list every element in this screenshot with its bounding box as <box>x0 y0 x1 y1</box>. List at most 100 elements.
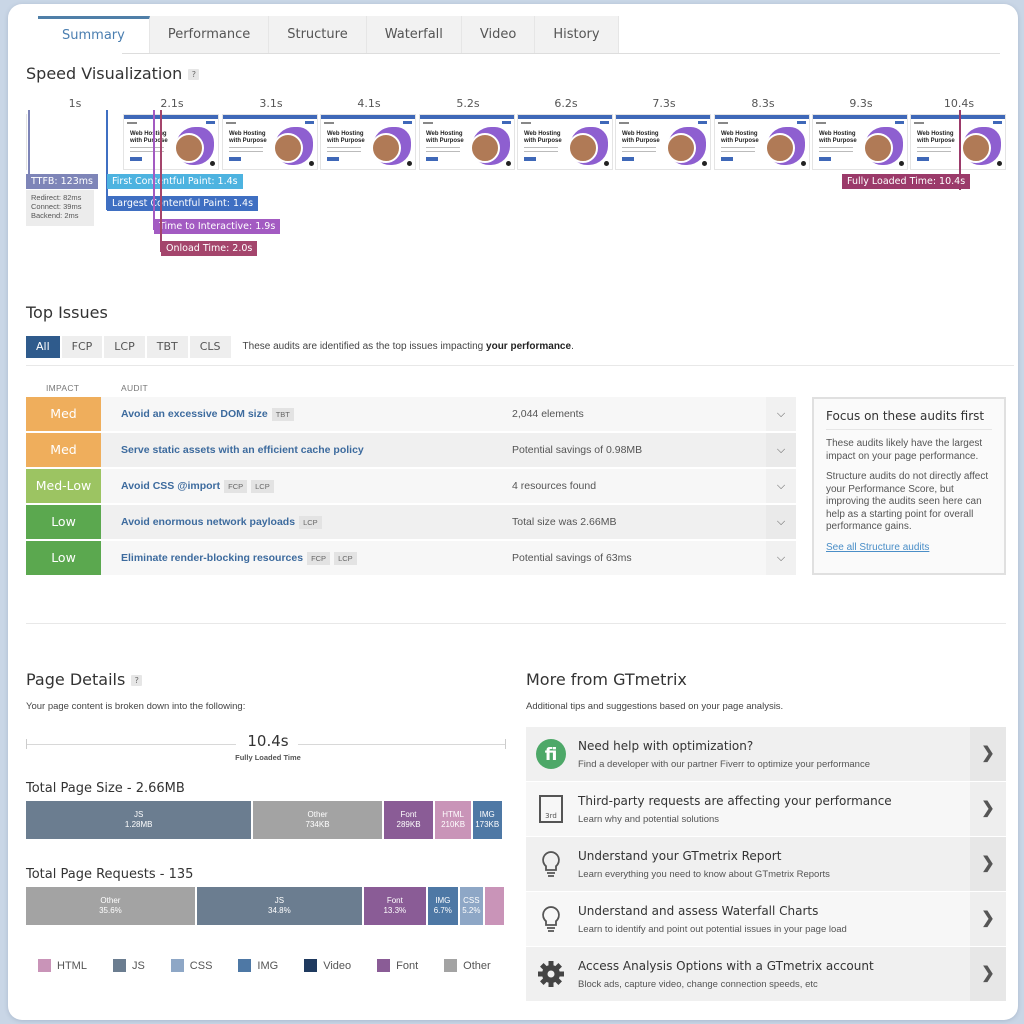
tab-performance[interactable]: Performance <box>149 16 270 54</box>
filter-cls[interactable]: CLS <box>189 336 231 358</box>
more-item[interactable]: Understand your GTmetrix Report Learn eve… <box>526 837 1006 891</box>
audit-row[interactable]: Low Avoid enormous network payloads LCP Tot… <box>26 505 796 539</box>
thumb-nav-button <box>600 121 609 124</box>
audit-title-link[interactable]: Avoid an excessive DOM size TBT <box>121 397 294 431</box>
help-icon[interactable]: ? <box>131 675 143 686</box>
section-title: Speed Visualization <box>26 64 183 83</box>
thumb-nav-button <box>206 121 215 124</box>
expand-button[interactable]: ⌵ <box>766 541 796 575</box>
frame-time-label: 3.1s <box>259 97 283 110</box>
audit-row[interactable]: Med Avoid an excessive DOM size TBT 2,044 e… <box>26 397 796 431</box>
filmstrip-frame[interactable]: Web Hosting with Purpose <box>517 114 613 170</box>
filter-fcp[interactable]: FCP <box>61 336 103 358</box>
thumb-chat-icon <box>997 161 1002 166</box>
ttfb-tag: TTFB: 123ms <box>26 174 98 189</box>
segment-value: 1.28MB <box>124 820 153 829</box>
legend-label: Font <box>396 959 419 972</box>
segment-img[interactable]: IMG 6.7% <box>427 887 460 925</box>
thumb-logo <box>226 122 236 124</box>
issue-filters: All FCP LCP TBT CLS These audits are ide… <box>26 336 574 358</box>
filmstrip-frame[interactable]: Web Hosting with Purpose <box>812 114 908 170</box>
audit-row[interactable]: Med-Low Avoid CSS @import FCP LCP 4 resource… <box>26 469 796 503</box>
more-item-title: Understand your GTmetrix Report <box>578 849 782 863</box>
filmstrip-frame[interactable]: Web Hosting with Purpose <box>615 114 711 170</box>
segment-font[interactable]: Font 13.3% <box>363 887 428 925</box>
more-item[interactable]: 3rd Third-party requests are affecting yo… <box>526 782 1006 836</box>
fcp-tag: First Contentful Paint: 1.4s <box>107 174 243 189</box>
tab-structure[interactable]: Structure <box>269 16 367 54</box>
more-item[interactable]: fi Need help with optimization? Find a dev… <box>526 727 1006 781</box>
audit-title-link[interactable]: Avoid CSS @import FCP LCP <box>121 469 274 503</box>
tab-summary[interactable]: Summary <box>38 16 150 54</box>
filmstrip-frame[interactable]: Web Hosting with Purpose <box>910 114 1006 170</box>
more-item-title: Access Analysis Options with a GTmetrix … <box>578 959 874 973</box>
filmstrip-frame[interactable]: Web Hosting with Purpose <box>419 114 515 170</box>
thumb-text <box>426 147 460 152</box>
filter-all[interactable]: All <box>26 336 60 358</box>
audit-title-link[interactable]: Serve static assets with an efficient ca… <box>121 433 364 467</box>
segment-html[interactable]: HTML 210KB <box>435 801 473 839</box>
chevron-right-icon[interactable]: ❯ <box>970 837 1006 891</box>
tab-history[interactable]: History <box>535 16 619 54</box>
segment-other[interactable]: Other 35.6% <box>26 887 197 925</box>
legend-item: JS <box>112 959 145 972</box>
audit-title: Avoid enormous network payloads <box>121 516 296 528</box>
more-item-subtitle: Block ads, capture video, change connect… <box>578 979 818 990</box>
more-item[interactable]: Understand and assess Waterfall Charts Le… <box>526 892 1006 946</box>
audit-title-link[interactable]: Avoid enormous network payloads LCP <box>121 505 322 539</box>
timeline-line-right <box>298 744 506 745</box>
audit-title-link[interactable]: Eliminate render-blocking resources FCP LC… <box>121 541 357 575</box>
segment-font[interactable]: Font 289KB <box>383 801 436 839</box>
segment-js[interactable]: JS 34.8% <box>196 887 364 925</box>
metric-tag: TBT <box>271 407 294 421</box>
see-all-structure-audits-link[interactable]: See all Structure audits <box>826 542 992 553</box>
expand-button[interactable]: ⌵ <box>766 397 796 431</box>
thumb-photo <box>470 133 500 163</box>
legend-swatch <box>304 959 318 972</box>
more-item[interactable]: Access Analysis Options with a GTmetrix … <box>526 947 1006 1001</box>
ttfb-breakdown: Redirect: 82ms Connect: 39ms Backend: 2m… <box>26 190 94 226</box>
tti-tag: Time to Interactive: 1.9s <box>154 219 281 234</box>
segment-js[interactable]: JS 1.28MB <box>26 801 254 839</box>
filmstrip-frame[interactable]: Web Hosting with Purpose <box>123 114 219 170</box>
focus-title: Focus on these audits first <box>826 409 992 430</box>
legend-item: IMG <box>238 959 278 972</box>
expand-button[interactable]: ⌵ <box>766 433 796 467</box>
legend-swatch <box>112 959 126 972</box>
chevron-right-icon[interactable]: ❯ <box>970 892 1006 946</box>
filmstrip-frame[interactable]: Web Hosting with Purpose <box>320 114 416 170</box>
legend-item: Other <box>444 959 491 972</box>
audit-row[interactable]: Med Serve static assets with an efficient… <box>26 433 796 467</box>
filmstrip-frame[interactable]: Web Hosting with Purpose <box>714 114 810 170</box>
segment-html[interactable] <box>484 887 506 925</box>
chevron-right-icon[interactable]: ❯ <box>970 782 1006 836</box>
segment-css[interactable] <box>503 801 506 839</box>
frame-time-label: 9.3s <box>849 97 873 110</box>
expand-button[interactable]: ⌵ <box>766 469 796 503</box>
filmstrip-frame[interactable]: Web Hosting with Purpose <box>222 114 318 170</box>
segment-img[interactable]: IMG 173KB <box>472 801 504 839</box>
more-item-subtitle: Learn why and potential solutions <box>578 814 720 825</box>
help-icon[interactable]: ? <box>188 69 200 80</box>
filter-lcp[interactable]: LCP <box>104 336 145 358</box>
content-type-legend: HTML JS CSS IMG Video Font Other <box>38 959 517 972</box>
segment-value: 13.3% <box>383 906 407 915</box>
segment-other[interactable]: Other 734KB <box>253 801 384 839</box>
metric-tag: LCP <box>251 479 274 493</box>
chevron-right-icon[interactable]: ❯ <box>970 727 1006 781</box>
segment-css[interactable]: CSS 5.2% <box>459 887 485 925</box>
thumb-nav-button <box>403 121 412 124</box>
more-item-title: Need help with optimization? <box>578 739 754 753</box>
tab-video[interactable]: Video <box>461 16 536 54</box>
chevron-right-icon[interactable]: ❯ <box>970 947 1006 1001</box>
thumb-logo <box>914 122 924 124</box>
audit-title: Eliminate render-blocking resources <box>121 552 304 564</box>
filter-tbt[interactable]: TBT <box>146 336 188 358</box>
thumb-nav-button <box>895 121 904 124</box>
expand-button[interactable]: ⌵ <box>766 505 796 539</box>
tab-waterfall[interactable]: Waterfall <box>366 16 462 54</box>
metric-tag: FCP <box>307 551 331 565</box>
thumb-cta <box>524 157 536 161</box>
audit-row[interactable]: Low Eliminate render-blocking resources FC… <box>26 541 796 575</box>
filter-description: These audits are identified as the top i… <box>243 336 574 358</box>
